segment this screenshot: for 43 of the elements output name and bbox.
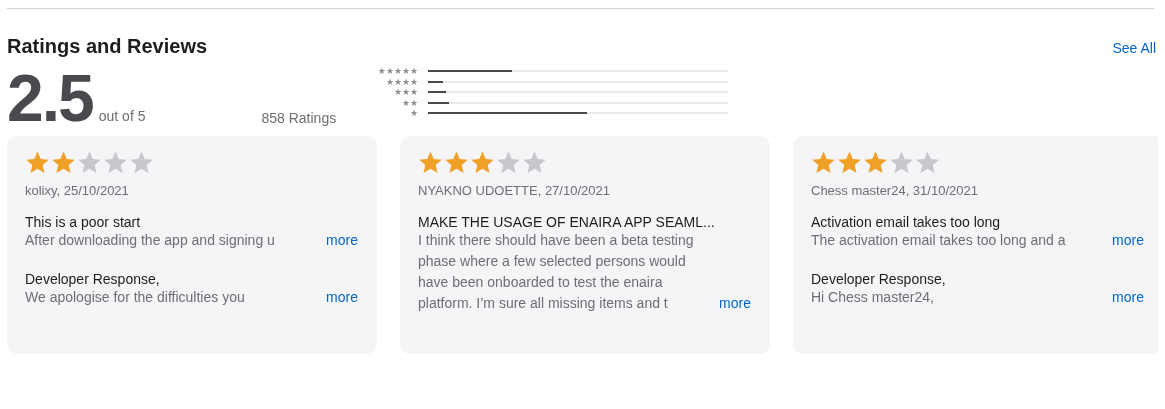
more-link[interactable]: more xyxy=(1112,230,1144,251)
see-all-link[interactable]: See All xyxy=(1112,40,1156,56)
review-author: NYAKNO UDOETTE, 27/10/2021 xyxy=(418,183,611,198)
star-icon xyxy=(51,150,76,175)
star-icon xyxy=(77,150,102,175)
star-label: ★ xyxy=(410,108,419,119)
star-icon xyxy=(863,150,888,175)
star-icon xyxy=(418,150,443,175)
more-link[interactable]: more xyxy=(326,287,358,308)
review-text: The activation email takes too long and a xyxy=(811,231,1066,250)
review-text: I think there should have been a beta testing phase where a few selected persons would have been onboarded to test the enaira platform. I’m sure all missing items and t xyxy=(418,231,695,313)
star-icon xyxy=(522,150,547,175)
average-rating: 2.5 xyxy=(7,70,93,126)
star-icon xyxy=(496,150,521,175)
more-link[interactable]: more xyxy=(326,230,358,251)
star-label: ★★★ xyxy=(393,87,419,98)
developer-response-text: Hi Chess master24, xyxy=(811,288,934,307)
star-label: ★★★★ xyxy=(385,76,419,87)
review-author: kolixy, 25/10/2021 xyxy=(25,183,130,198)
review-title: This is a poor start xyxy=(25,214,142,230)
review-title: MAKE THE USAGE OF ENAIRA APP SEAML... xyxy=(418,214,716,230)
star-icon xyxy=(129,150,154,175)
more-link[interactable]: more xyxy=(719,293,751,314)
star-label: ★★ xyxy=(402,97,419,108)
star-icon xyxy=(470,150,495,175)
star-icon xyxy=(444,150,469,175)
star-icon xyxy=(25,150,50,175)
ratings-count: 858 Ratings xyxy=(261,110,337,126)
rating-scale: out of 5 xyxy=(98,108,146,124)
review-author: Chess master24, 31/10/2021 xyxy=(811,183,979,198)
section-title: Ratings and Reviews xyxy=(7,35,208,58)
more-link[interactable]: more xyxy=(1112,287,1144,308)
developer-response-text: We apologise for the difficulties you xyxy=(25,288,245,307)
star-icon xyxy=(889,150,914,175)
star-icon xyxy=(103,150,128,175)
star-icon xyxy=(915,150,940,175)
developer-response-label: Developer Response, xyxy=(25,271,161,287)
developer-response-label: Developer Response, xyxy=(811,271,947,287)
star-label: ★★★★★ xyxy=(377,66,419,77)
review-title: Activation email takes too long xyxy=(811,214,1002,230)
review-text: After downloading the app and signing u xyxy=(25,231,275,250)
star-icon xyxy=(811,150,836,175)
star-icon xyxy=(837,150,862,175)
